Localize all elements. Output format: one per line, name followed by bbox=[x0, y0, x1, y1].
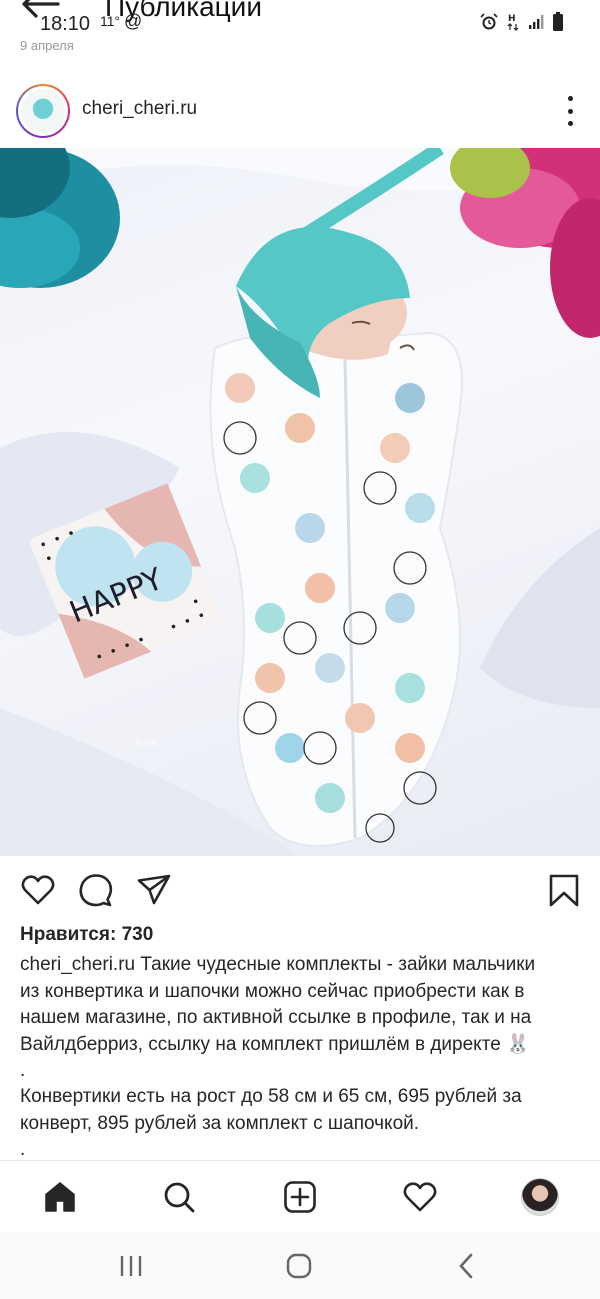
caption-line: конверт, 895 рублей за комплект с шапочк… bbox=[20, 1112, 420, 1134]
post-date: 9 апреля bbox=[20, 38, 74, 53]
caption-line: Конвертики есть на рост до 58 см и 65 см… bbox=[20, 1086, 522, 1107]
caption-line: Вайлдберриз, ссылку на комплект пришлём … bbox=[20, 1033, 530, 1055]
post-caption: cheri_cheri.ru Такие чудесные комплекты … bbox=[20, 952, 580, 1163]
more-options-icon[interactable] bbox=[566, 96, 574, 126]
alarm-icon bbox=[480, 13, 498, 30]
post-photo[interactable]: HAPPY EVA bbox=[0, 148, 600, 856]
comment-icon[interactable] bbox=[78, 872, 114, 908]
bookmark-icon[interactable] bbox=[546, 872, 582, 908]
caption-line: . bbox=[20, 1060, 26, 1081]
nav-profile[interactable] bbox=[520, 1177, 560, 1217]
nav-activity[interactable] bbox=[400, 1177, 440, 1217]
back-icon[interactable] bbox=[452, 1252, 482, 1280]
photo-illustration: HAPPY bbox=[0, 148, 600, 856]
author-avatar[interactable] bbox=[16, 84, 70, 138]
nav-home[interactable] bbox=[40, 1177, 80, 1217]
caption-line: нашем магазине, по активной ссылке в про… bbox=[20, 1007, 532, 1028]
status-time: 18:10 bbox=[40, 13, 91, 35]
battery-icon bbox=[553, 12, 563, 31]
nav-add-post[interactable] bbox=[280, 1177, 320, 1217]
search-icon bbox=[164, 1182, 195, 1213]
post-header: cheri_cheri.ru bbox=[0, 72, 600, 148]
home-circle-icon[interactable] bbox=[284, 1252, 314, 1280]
likes-count[interactable]: Нравится: 730 bbox=[20, 924, 153, 946]
recents-icon[interactable] bbox=[116, 1252, 146, 1280]
author-username[interactable]: cheri_cheri.ru bbox=[82, 98, 197, 120]
status-temperature: 11° bbox=[100, 13, 121, 29]
post-actions bbox=[0, 866, 600, 914]
nav-search[interactable] bbox=[159, 1177, 199, 1217]
profile-avatar bbox=[521, 1178, 559, 1216]
status-icons: H bbox=[480, 12, 564, 32]
share-icon[interactable] bbox=[136, 872, 172, 908]
caption-username[interactable]: cheri_cheri.ru bbox=[20, 954, 135, 975]
signal-icon bbox=[529, 15, 544, 29]
svg-text:H: H bbox=[508, 14, 516, 24]
caption-line: Такие чудесные комплекты - зайки мальчик… bbox=[135, 954, 536, 975]
bottom-navigation bbox=[0, 1160, 600, 1232]
network-icon: H bbox=[507, 14, 519, 31]
activity-icon bbox=[403, 1182, 437, 1212]
photo-watermark: EVA bbox=[136, 738, 159, 749]
status-extra: @ bbox=[124, 11, 143, 31]
heart-icon[interactable] bbox=[20, 872, 56, 908]
system-navigation bbox=[0, 1232, 600, 1299]
caption-line: из конвертика и шапочки можно сейчас при… bbox=[20, 980, 525, 1002]
add-post-icon bbox=[284, 1181, 316, 1213]
status-bar: Публикации 18:10 11° @ 9 апреля H bbox=[0, 0, 600, 53]
home-icon bbox=[45, 1182, 75, 1212]
